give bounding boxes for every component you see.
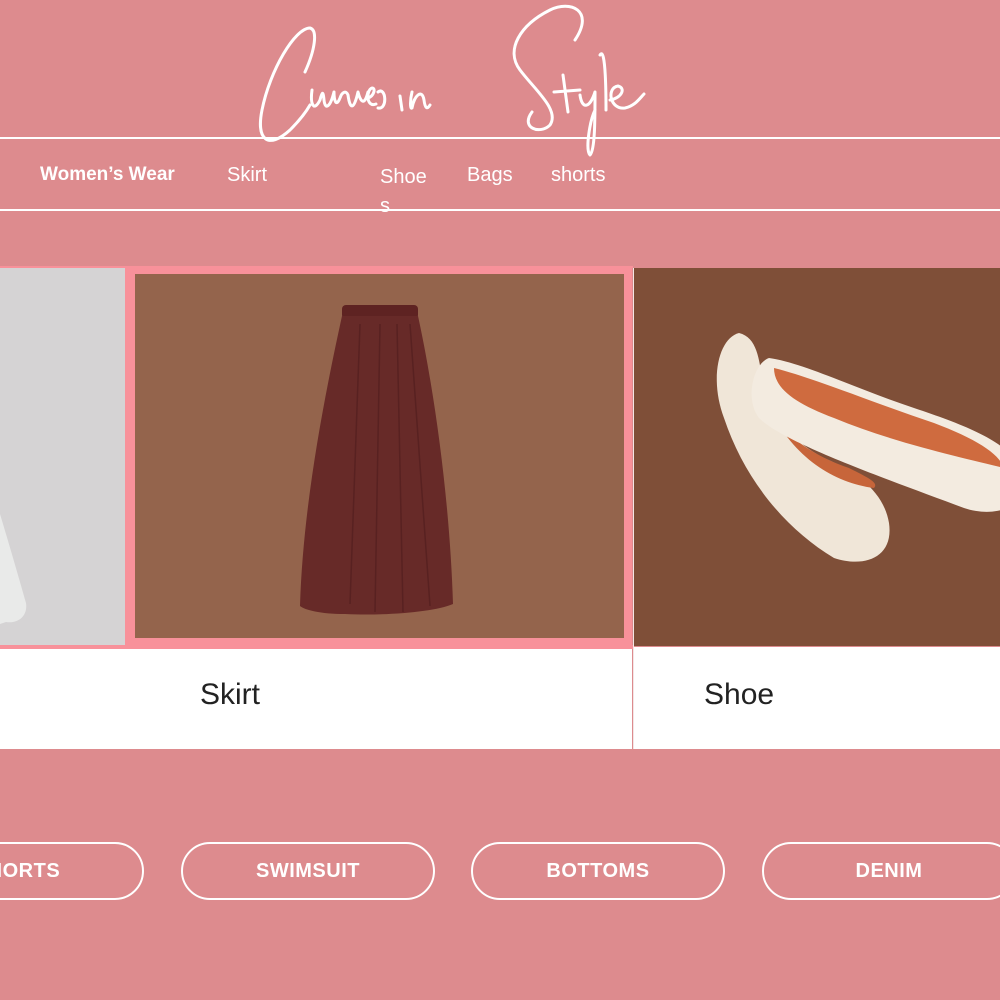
gallery-card-skirt[interactable]: Skirt: [125, 268, 632, 749]
cream-ballet-flats-image: [634, 268, 1000, 646]
white-garment-image: [0, 268, 125, 646]
category-button-shorts[interactable]: SHORTS: [0, 842, 144, 900]
nav-brand-womens-wear[interactable]: Women’s Wear: [40, 163, 175, 187]
card-caption: [0, 647, 125, 749]
gallery-highlight-strip-bottom: [0, 645, 633, 649]
nav-item-shoes[interactable]: Shoes: [380, 163, 428, 221]
gallery-card-shoe[interactable]: Shoe: [633, 268, 1000, 749]
site-logo[interactable]: [250, 0, 700, 165]
card-caption: Skirt: [125, 647, 632, 749]
gallery-card[interactable]: [0, 268, 125, 749]
ballet-flats-illustration: [716, 333, 1000, 562]
nav-item-bags[interactable]: Bags: [467, 163, 513, 187]
skirt-illustration: [300, 305, 453, 615]
nav-item-shorts[interactable]: shorts: [551, 163, 605, 187]
maroon-skirt-image: [135, 274, 624, 638]
header-divider-bottom: [0, 209, 1000, 211]
product-gallery: Skirt Shoe: [0, 268, 1000, 749]
logo-script-wordmark: [259, 4, 646, 157]
card-caption: Shoe: [634, 647, 1000, 749]
card-media-frame: [125, 268, 632, 646]
category-button-bottoms[interactable]: BOTTOMS: [471, 842, 725, 900]
nav-item-skirt[interactable]: Skirt: [227, 163, 267, 187]
category-button-swimsuit[interactable]: SWIMSUIT: [181, 842, 435, 900]
card-label-shoe: Shoe: [704, 678, 775, 711]
white-garment-illustration: [0, 418, 27, 646]
category-buttons: SHORTS SWIMSUIT BOTTOMS DENIM: [0, 842, 1000, 900]
category-button-denim[interactable]: DENIM: [762, 842, 1000, 900]
main-nav: Women’s Wear Skirt Shoes Bags shorts: [0, 163, 1000, 217]
header-divider-top: [0, 137, 1000, 139]
card-label-skirt: Skirt: [200, 678, 260, 711]
